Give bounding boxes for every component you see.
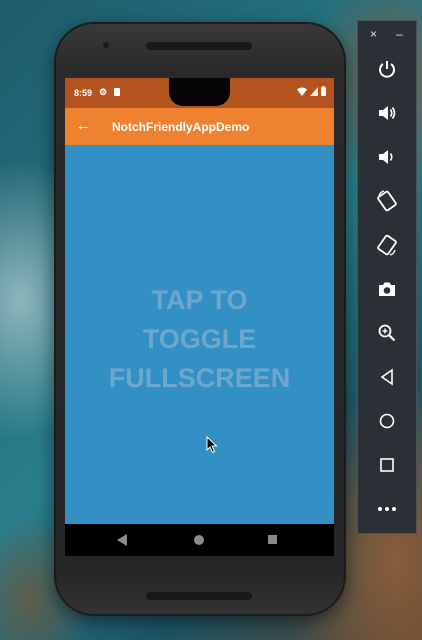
home-circle-icon [379, 413, 395, 429]
wifi-icon [297, 87, 307, 96]
front-camera [103, 42, 109, 48]
nav-home-button[interactable] [194, 535, 204, 545]
volume-down-button[interactable] [358, 139, 416, 175]
status-icons [297, 86, 326, 96]
gear-icon: ⚙ [99, 87, 108, 97]
app-title: NotchFriendlyAppDemo [112, 120, 250, 134]
screenshot-button[interactable] [358, 271, 416, 307]
overview-square-icon [380, 458, 394, 472]
more-button[interactable] [358, 491, 416, 527]
device-screen: 8:59 ⚙ ← NotchFriendlyAppDemo TAP TO TOG… [65, 78, 334, 556]
volume-up-button[interactable] [358, 95, 416, 131]
fullscreen-toggle-area[interactable]: TAP TO TOGGLE FULLSCREEN [65, 145, 334, 524]
toggle-instruction: TAP TO TOGGLE FULLSCREEN [65, 281, 334, 398]
nav-recents-button[interactable] [268, 535, 277, 544]
bottom-speaker [146, 592, 252, 600]
top-speaker [146, 42, 252, 50]
signal-icon [310, 86, 318, 96]
rotate-right-icon [377, 234, 397, 256]
power-button[interactable] [358, 51, 416, 87]
instruction-line-1: TAP TO [151, 285, 248, 315]
display-notch [169, 78, 230, 106]
zoom-icon [378, 324, 396, 342]
emulator-toolbar: × – [357, 20, 417, 534]
power-icon [379, 61, 395, 78]
back-triangle-icon [380, 368, 393, 386]
camera-icon [379, 282, 395, 296]
more-dots-icon [378, 507, 396, 511]
zoom-button[interactable] [358, 315, 416, 351]
sd-card-icon [114, 88, 120, 96]
status-time: 8:59 [74, 88, 93, 98]
app-bar: ← NotchFriendlyAppDemo [65, 108, 334, 145]
mouse-cursor-icon [206, 436, 218, 454]
rotate-right-button[interactable] [358, 227, 416, 263]
navigation-bar [65, 524, 334, 556]
rotate-left-button[interactable] [358, 183, 416, 219]
battery-icon [321, 86, 326, 96]
arrow-left-icon[interactable]: ← [76, 117, 91, 134]
overview-button[interactable] [358, 447, 416, 483]
nav-back-button[interactable] [117, 534, 127, 546]
volume-up-icon [379, 106, 396, 120]
rotate-left-icon [377, 190, 397, 212]
instruction-line-3: FULLSCREEN [108, 363, 291, 393]
instruction-line-2: TOGGLE [142, 324, 257, 354]
close-window-button[interactable]: × [370, 27, 377, 41]
volume-down-icon [379, 150, 393, 164]
minimize-window-button[interactable]: – [396, 27, 403, 41]
back-button[interactable] [358, 359, 416, 395]
home-button[interactable] [358, 403, 416, 439]
